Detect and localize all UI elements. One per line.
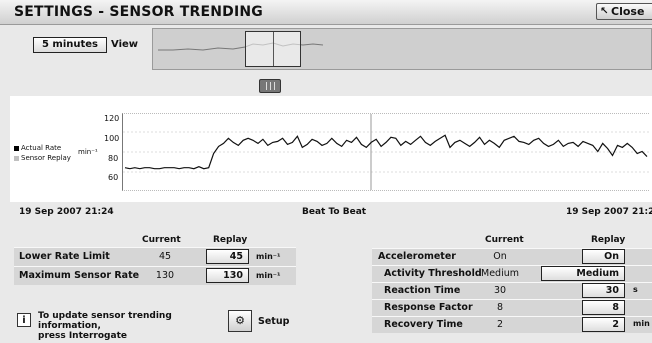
y-tick: 120 xyxy=(104,114,120,123)
y-tick: 100 xyxy=(104,134,120,143)
overview-strip[interactable] xyxy=(152,28,652,70)
info-line-2: press Interrogate xyxy=(38,331,127,341)
legend-label: Sensor Replay xyxy=(21,154,71,162)
trend-chart xyxy=(123,114,649,190)
right-row-current: Medium xyxy=(481,268,519,279)
close-button[interactable]: ↖ Close xyxy=(596,3,652,20)
info-message: To update sensor trending information, p… xyxy=(38,311,218,341)
view-duration-button[interactable]: 5 minutes xyxy=(33,37,107,53)
y-axis-unit: min⁻¹ xyxy=(78,148,98,156)
legend-swatch xyxy=(14,155,19,161)
right-row-label: Reaction Time xyxy=(384,285,461,296)
overview-window[interactable] xyxy=(245,31,301,67)
unit-max-sensor-rate: min⁻¹ xyxy=(256,271,281,280)
setup-button[interactable]: ⚙ xyxy=(228,310,252,332)
scroll-handle[interactable] xyxy=(259,79,281,93)
legend-label: Actual Rate xyxy=(21,144,62,152)
right-row-label: Response Factor xyxy=(384,302,473,313)
left-header-replay: Replay xyxy=(213,235,248,245)
right-row-replay[interactable]: 8 xyxy=(582,300,625,315)
right-row-current: On xyxy=(493,251,507,262)
setup-wrench-icon: ⚙ xyxy=(235,314,245,327)
chart-mode-label: Beat To Beat xyxy=(302,207,367,217)
close-arrow-icon: ↖ xyxy=(600,6,609,17)
right-row-current: 30 xyxy=(493,285,507,296)
right-row-label: Activity Threshold xyxy=(384,268,482,279)
plot-area xyxy=(122,113,649,191)
info-icon: i xyxy=(17,313,31,327)
info-line-1: To update sensor trending information, xyxy=(38,311,172,331)
right-row-unit: min xyxy=(633,319,650,328)
grip-line xyxy=(270,82,271,90)
replay-lower-rate-limit[interactable]: 45 xyxy=(206,249,249,264)
legend-swatch xyxy=(14,145,19,151)
overview-trace xyxy=(158,42,324,51)
right-row-label: Accelerometer xyxy=(378,251,456,262)
current-lower-rate-limit: 45 xyxy=(158,251,172,262)
left-header-current: Current xyxy=(142,235,181,245)
chart-legend: Actual Rate Sensor Replay xyxy=(14,143,71,163)
right-row-label: Recovery Time xyxy=(384,319,463,330)
right-row-replay[interactable]: 2 xyxy=(582,317,625,332)
right-row-replay[interactable]: 30 xyxy=(582,283,625,298)
setup-label: Setup xyxy=(258,316,290,327)
right-row-current: 8 xyxy=(496,302,504,313)
legend-item-replay: Sensor Replay xyxy=(14,153,71,163)
right-row-replay[interactable]: Medium xyxy=(541,266,625,281)
title-bar: SETTINGS - SENSOR TRENDING ↖ Close xyxy=(0,0,652,25)
grip-line xyxy=(266,82,267,90)
view-label: View xyxy=(111,39,139,50)
y-tick: 80 xyxy=(108,154,119,163)
label-max-sensor-rate: Maximum Sensor Rate xyxy=(19,270,140,281)
label-lower-rate-limit: Lower Rate Limit xyxy=(19,251,110,262)
legend-item-actual: Actual Rate xyxy=(14,143,71,153)
right-header-replay: Replay xyxy=(591,235,626,245)
current-max-sensor-rate: 130 xyxy=(155,270,175,281)
right-row-current: 2 xyxy=(496,319,504,330)
y-tick: 60 xyxy=(108,173,119,182)
close-label: Close xyxy=(611,5,645,18)
grip-line xyxy=(274,82,275,90)
window-title: SETTINGS - SENSOR TRENDING xyxy=(14,4,263,20)
overview-window-divider xyxy=(273,32,274,66)
right-row-unit: s xyxy=(633,285,638,294)
replay-max-sensor-rate[interactable]: 130 xyxy=(206,268,249,283)
chart-start-time: 19 Sep 2007 21:24 xyxy=(19,207,114,217)
unit-lower-rate-limit: min⁻¹ xyxy=(256,252,281,261)
right-header-current: Current xyxy=(485,235,524,245)
chart-end-time: 19 Sep 2007 21:29 xyxy=(566,207,652,217)
right-row-replay[interactable]: On xyxy=(582,249,625,264)
